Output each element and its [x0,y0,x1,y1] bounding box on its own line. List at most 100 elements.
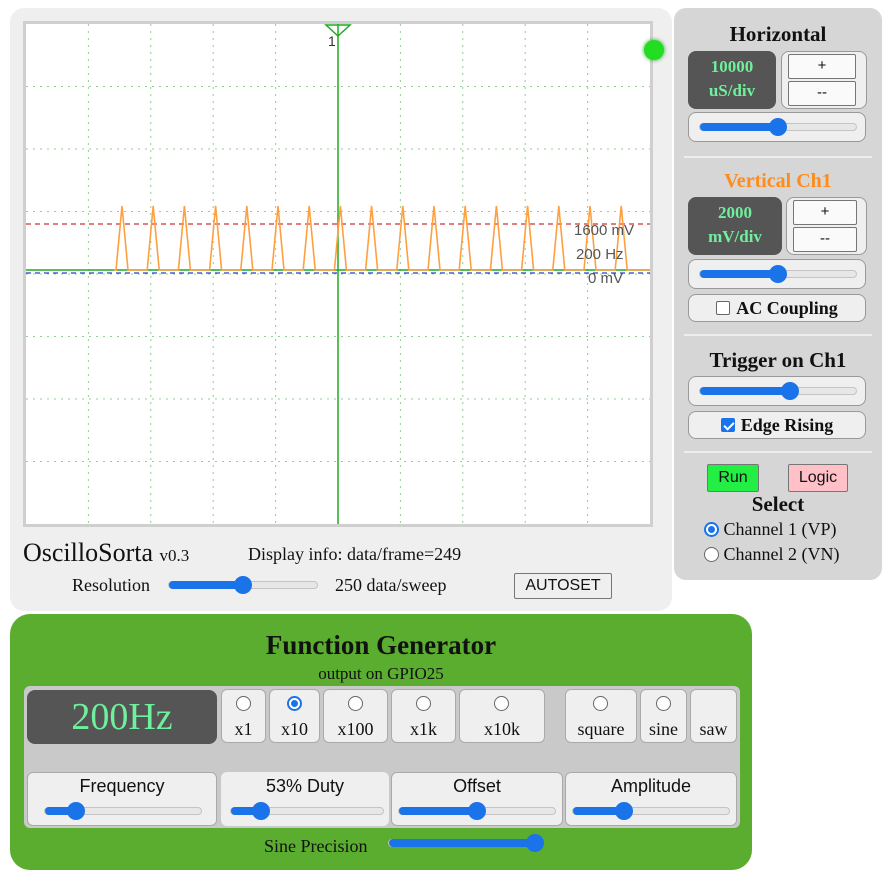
channel-1-option[interactable]: Channel 1 (VP) [704,519,836,540]
horizontal-slider[interactable] [699,118,857,136]
trigger-level-slider[interactable] [699,382,857,400]
vertical-step-group: + -- [786,197,867,255]
multiplier-x10k-label: x10k [484,719,520,739]
function-generator-controls: 200Hz x1 x10 x100 x1k x10k square sine s… [24,686,740,828]
slider-thumb[interactable] [781,382,800,400]
frequency-control: Frequency [27,772,217,826]
multiplier-x1-radio[interactable] [235,696,251,711]
frequency-slider[interactable] [44,802,202,820]
sine-precision-slider[interactable] [388,834,544,852]
multiplier-x1[interactable]: x1 [221,689,266,743]
amplitude-slider[interactable] [572,802,730,820]
waveform-saw[interactable]: saw [690,689,737,743]
frequency-readout: 200 Hz [576,246,624,263]
resolution-label: Resolution [72,575,151,595]
app-name: OscilloSorta [23,538,153,567]
trigger-marker-label: 1 [328,33,336,49]
multiplier-x10k-radio[interactable] [494,696,509,711]
multiplier-x1k-label: x1k [410,719,437,739]
slider-thumb[interactable] [769,118,787,136]
offset-control: Offset [391,772,563,826]
autoset-button[interactable]: AUTOSET [514,573,612,599]
slider-thumb[interactable] [252,802,271,820]
scope-panel: 1 1600 mV 200 Hz 0 mV OscilloSorta v0.3 … [10,8,672,611]
horizontal-plus-button[interactable]: + [788,54,856,79]
vertical-scale-display: 2000 mV/div [688,197,782,255]
horizontal-step-group: + -- [781,51,867,109]
resolution-slider[interactable] [168,576,318,594]
multiplier-x10-radio[interactable] [286,696,302,711]
horizontal-scale-unit: uS/div [708,81,756,100]
horizontal-slider-box [688,112,866,142]
duty-label: 53% Duty [265,776,345,796]
waveform-square-label: square [577,719,625,739]
display-info: Display info: data/frame=249 [248,544,462,564]
channel-2-radio[interactable] [704,547,719,562]
select-title: Select [751,492,805,516]
sine-precision-label: Sine Precision [264,836,368,856]
horizontal-scale-value: 10000 [710,57,754,76]
trigger-title: Trigger on Ch1 [709,348,847,372]
waveform-sine[interactable]: sine [640,689,687,743]
status-indicator-icon [644,40,664,60]
multiplier-x1k[interactable]: x1k [391,689,456,743]
ac-coupling-toggle[interactable]: AC Coupling [688,294,866,322]
slider-fill [700,387,791,395]
channel-2-option[interactable]: Channel 2 (VN) [704,544,839,565]
vertical-scale-value: 2000 [718,203,752,222]
edge-rising-label: Edge Rising [740,415,834,435]
vertical-slider[interactable] [699,265,857,283]
divider [684,451,872,453]
slider-fill [169,581,243,589]
multiplier-x1k-radio[interactable] [415,696,431,711]
trigger-slider-box [688,376,866,406]
slider-thumb[interactable] [769,265,787,283]
edge-rising-checkbox[interactable] [720,418,735,432]
app-title: OscilloSorta v0.3 [23,538,189,568]
divider [684,156,872,158]
frequency-label: Frequency [79,776,165,796]
function-generator-subtitle: output on GPIO25 [318,664,444,683]
function-generator-title: Function Generator [265,630,497,660]
control-panel: Horizontal 10000 uS/div + -- Vertical Ch… [674,8,882,580]
channel-1-radio[interactable] [704,522,719,537]
vertical-minus-button[interactable]: -- [793,227,857,252]
vertical-slider-box [688,259,866,289]
vertical-plus-button[interactable]: + [793,200,857,225]
slider-fill [389,839,535,847]
resolution-value: 250 data/sweep [335,575,447,595]
slider-thumb[interactable] [526,834,544,852]
vertical-scale-unit: mV/div [708,227,762,246]
scope-graticule: 1 [26,24,650,524]
channel-2-label: Channel 2 (VN) [723,544,840,564]
slider-fill [399,807,477,815]
multiplier-x100[interactable]: x100 [323,689,388,743]
waveform-square[interactable]: square [565,689,637,743]
channel-1-label: Channel 1 (VP) [723,519,837,539]
run-button[interactable]: Run [707,464,759,492]
divider [684,334,872,336]
slider-thumb[interactable] [468,802,486,820]
slider-thumb[interactable] [67,802,86,820]
scope-screen[interactable]: 1 1600 mV 200 Hz 0 mV [23,21,664,527]
generator-frequency-display: 200Hz [27,690,217,744]
multiplier-x100-radio[interactable] [347,696,363,711]
offset-slider[interactable] [398,802,556,820]
waveform-square-radio[interactable] [593,696,608,711]
slider-thumb[interactable] [234,576,252,594]
slider-thumb[interactable] [615,802,634,820]
horizontal-scale-display: 10000 uS/div [688,51,776,109]
ac-coupling-checkbox[interactable] [716,301,731,315]
multiplier-x1-label: x1 [234,719,253,739]
multiplier-x10[interactable]: x10 [269,689,320,743]
waveform-saw-label: saw [699,719,728,739]
multiplier-x10k[interactable]: x10k [459,689,545,743]
slider-fill [700,123,778,131]
duty-control: 53% Duty [221,772,389,826]
duty-slider[interactable] [230,802,384,820]
logic-button[interactable]: Logic [788,464,848,492]
edge-rising-toggle[interactable]: Edge Rising [688,411,866,439]
waveform-sine-radio[interactable] [655,696,671,711]
horizontal-minus-button[interactable]: -- [788,81,856,106]
voltage-level-label: 1600 mV [574,222,635,239]
